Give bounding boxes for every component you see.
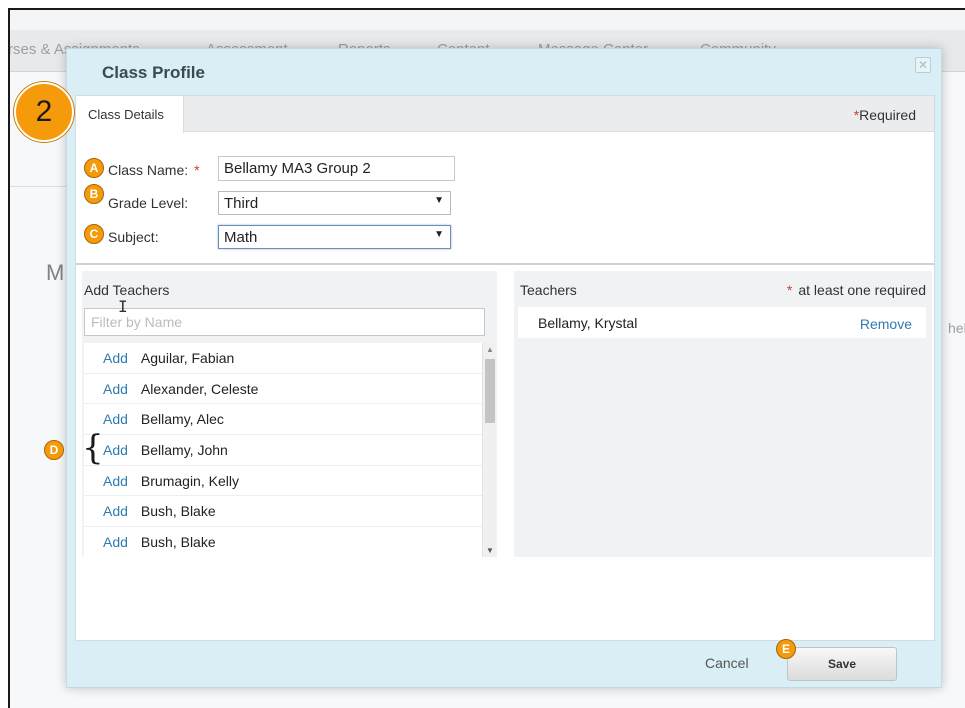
teachers-required-label: at least one required bbox=[798, 282, 926, 298]
required-label: Required bbox=[859, 107, 916, 123]
list-scrollbar[interactable]: ▲ ▼ bbox=[482, 343, 496, 557]
callout-a-badge: A bbox=[84, 158, 104, 178]
available-teachers-list: Add Aguilar, Fabian Add Alexander, Celeste… bbox=[84, 343, 482, 557]
teacher-name: Alexander, Celeste bbox=[140, 380, 259, 397]
save-button[interactable]: Save bbox=[787, 647, 897, 681]
scroll-down-icon[interactable]: ▼ bbox=[486, 546, 494, 555]
callout-b-badge: B bbox=[84, 184, 104, 204]
required-note: *Required bbox=[854, 107, 916, 123]
teacher-name: Bush, Blake bbox=[140, 503, 216, 520]
add-link[interactable]: Add bbox=[103, 473, 128, 489]
class-name-input[interactable] bbox=[218, 156, 455, 181]
dropdown-arrow-icon: ▼ bbox=[434, 229, 444, 240]
grade-level-select[interactable]: Third ▼ bbox=[218, 191, 451, 215]
teachers-required-star: * bbox=[786, 282, 793, 298]
list-item: Add Brumagin, Kelly bbox=[84, 466, 482, 497]
teacher-name: Bellamy, Alec bbox=[140, 411, 224, 428]
dialog-body: Class Details *Required Class Name:* Gra… bbox=[75, 95, 935, 641]
callout-e-badge: E bbox=[776, 639, 796, 659]
list-item: Add Aguilar, Fabian bbox=[84, 343, 482, 374]
background-help-fragment: hel bbox=[948, 320, 965, 336]
class-name-required-star: * bbox=[194, 162, 200, 178]
add-link[interactable]: Add bbox=[103, 411, 128, 427]
teacher-name: Bush, Blake bbox=[140, 534, 216, 551]
class-profile-dialog: Class Profile ✕ Class Details *Required … bbox=[66, 48, 942, 688]
selected-teacher-name: Bellamy, Krystal bbox=[538, 315, 638, 331]
subject-label: Subject: bbox=[108, 229, 159, 245]
add-link[interactable]: Add bbox=[103, 381, 128, 397]
callout-d-badge: D bbox=[44, 440, 64, 460]
list-item: Add Bush, Blake bbox=[84, 496, 482, 528]
selected-teacher-row: Bellamy, Krystal Remove bbox=[518, 307, 926, 338]
list-item: Add Alexander, Celeste bbox=[84, 374, 482, 405]
teacher-name: Aguilar, Fabian bbox=[140, 350, 235, 366]
list-item: Add Bellamy, Alec bbox=[84, 404, 482, 436]
teachers-panel: Teachers * at least one required Bellamy,… bbox=[514, 271, 932, 557]
teachers-required-note: * at least one required bbox=[787, 282, 926, 298]
list-item: Add Bush, Blake bbox=[84, 527, 482, 557]
remove-link[interactable]: Remove bbox=[860, 316, 912, 332]
subject-select[interactable]: Math ▼ bbox=[218, 225, 451, 249]
bracket-icon: { bbox=[82, 428, 104, 468]
cancel-button[interactable]: Cancel bbox=[705, 655, 749, 671]
list-item: Add Bellamy, John bbox=[84, 435, 482, 466]
dialog-title: Class Profile bbox=[102, 63, 205, 82]
subject-value: Math bbox=[224, 229, 258, 246]
add-teachers-panel: Add Teachers Add Aguilar, Fabian Add Alexa… bbox=[82, 271, 497, 557]
class-name-label-text: Class Name: bbox=[108, 162, 189, 178]
teacher-name: Brumagin, Kelly bbox=[140, 472, 239, 489]
filter-by-name-input[interactable] bbox=[84, 308, 485, 336]
add-link[interactable]: Add bbox=[103, 503, 128, 519]
dropdown-arrow-icon: ▼ bbox=[434, 195, 444, 206]
text-cursor-icon: I bbox=[118, 297, 128, 316]
tab-class-details[interactable]: Class Details bbox=[76, 96, 184, 133]
scrollbar-thumb[interactable] bbox=[485, 359, 495, 423]
add-teachers-header: Add Teachers bbox=[84, 282, 170, 298]
teacher-name: Bellamy, John bbox=[140, 442, 228, 459]
grade-level-value: Third bbox=[224, 195, 259, 212]
add-link[interactable]: Add bbox=[103, 350, 128, 366]
add-link[interactable]: Add bbox=[103, 442, 128, 458]
section-divider bbox=[76, 263, 934, 265]
close-icon[interactable]: ✕ bbox=[915, 57, 931, 73]
background-heading-fragment: M bbox=[46, 260, 65, 285]
scroll-up-icon[interactable]: ▲ bbox=[486, 345, 494, 354]
callout-c-badge: C bbox=[84, 224, 104, 244]
step-number-badge: 2 bbox=[14, 82, 74, 142]
grade-level-label: Grade Level: bbox=[108, 195, 189, 211]
add-link[interactable]: Add bbox=[103, 534, 128, 550]
teachers-header: Teachers bbox=[520, 282, 577, 298]
class-name-label: Class Name: * bbox=[108, 162, 200, 178]
tab-bar: Class Details *Required bbox=[76, 96, 934, 133]
